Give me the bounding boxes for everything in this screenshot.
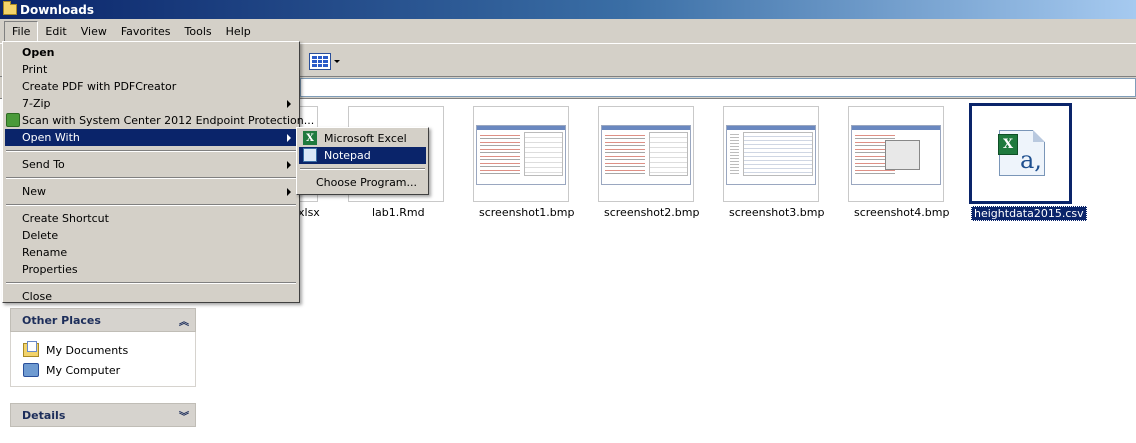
menu-item-label: Open [22, 46, 55, 59]
menu-item-open[interactable]: Open [5, 44, 297, 61]
other-places-header[interactable]: Other Places ︽ [10, 308, 196, 332]
screenshot-preview [726, 125, 816, 185]
excel-icon: X [303, 131, 317, 145]
file-thumbnail-screenshot1[interactable] [473, 106, 569, 202]
open-with-submenu: X Microsoft Excel Notepad Choose Program.… [296, 127, 429, 195]
menu-item-label: Choose Program... [316, 176, 418, 189]
other-places-panel: Other Places ︽ My Documents My Computer [10, 308, 196, 387]
menu-item-label: Open With [22, 131, 80, 144]
window-title: Downloads [20, 2, 95, 17]
menu-item-label: Create PDF with PDFCreator [22, 80, 177, 93]
menu-item-create-pdf[interactable]: Create PDF with PDFCreator [5, 78, 297, 95]
notepad-icon [303, 148, 317, 162]
menu-item-notepad[interactable]: Notepad [299, 147, 426, 164]
submenu-arrow-icon [287, 188, 291, 196]
details-panel: Details ︾ [10, 403, 196, 427]
collapse-icon[interactable]: ︽ [179, 313, 189, 328]
screenshot-preview [851, 125, 941, 185]
menu-item-label: 7-Zip [22, 97, 51, 110]
folder-icon [3, 1, 17, 15]
excel-icon: X [998, 134, 1018, 155]
menu-item-microsoft-excel[interactable]: X Microsoft Excel [299, 130, 426, 147]
menu-item-rename[interactable]: Rename [5, 244, 297, 261]
file-name-screenshot4[interactable]: screenshot4.bmp [854, 206, 950, 219]
shield-scan-icon [6, 113, 20, 127]
menu-item-scan[interactable]: Scan with System Center 2012 Endpoint Pr… [5, 112, 314, 129]
my-documents-label: My Documents [46, 343, 129, 357]
screenshot-preview [601, 125, 691, 185]
menu-tools[interactable]: Tools [178, 22, 219, 41]
file-name-xlsx[interactable]: xlsx [298, 206, 320, 219]
menu-item-label: Send To [22, 158, 65, 171]
file-name-lab1[interactable]: lab1.Rmd [372, 206, 425, 219]
menu-item-close[interactable]: Close [5, 288, 297, 305]
menu-item-new[interactable]: New [5, 183, 297, 200]
menu-item-choose-program[interactable]: Choose Program... [299, 174, 426, 191]
file-thumbnail-screenshot4[interactable] [848, 106, 944, 202]
file-name-screenshot2[interactable]: screenshot2.bmp [604, 206, 700, 219]
menu-item-open-with[interactable]: Open With [5, 129, 297, 146]
menu-item-label: Create Shortcut [22, 212, 109, 225]
dropdown-arrow-icon [334, 59, 340, 63]
file-name-screenshot3[interactable]: screenshot3.bmp [729, 206, 825, 219]
text-glyph-icon: a, [1020, 146, 1042, 174]
expand-icon[interactable]: ︾ [179, 408, 189, 423]
menu-bar: File Edit View Favorites Tools Help [0, 19, 1136, 43]
menu-view[interactable]: View [74, 22, 114, 41]
submenu-arrow-icon [287, 100, 291, 108]
menu-item-label: Print [22, 63, 48, 76]
details-title: Details [22, 408, 66, 422]
details-header[interactable]: Details ︾ [10, 403, 196, 427]
menu-item-create-shortcut[interactable]: Create Shortcut [5, 210, 297, 227]
menu-item-label: New [22, 185, 46, 198]
other-places-body: My Documents My Computer [10, 332, 196, 387]
menu-item-label: Close [22, 290, 52, 303]
menu-item-label: Properties [22, 263, 78, 276]
views-button[interactable] [306, 50, 344, 72]
file-name-heightdata2015[interactable]: heightdata2015.csv [971, 206, 1087, 221]
submenu-arrow-icon [287, 134, 291, 142]
my-computer-icon [23, 363, 39, 377]
menu-item-label: Notepad [324, 149, 371, 162]
menu-favorites[interactable]: Favorites [114, 22, 178, 41]
file-thumbnail-screenshot3[interactable] [723, 106, 819, 202]
my-computer-link[interactable]: My Computer [23, 360, 195, 380]
file-menu: Open Print Create PDF with PDFCreator 7-… [2, 41, 314, 305]
menu-separator [6, 177, 296, 179]
views-icon [309, 52, 331, 70]
title-bar: Downloads [0, 0, 1136, 19]
file-name-screenshot1[interactable]: screenshot1.bmp [479, 206, 575, 219]
my-computer-label: My Computer [46, 363, 121, 377]
menu-item-label: Scan with System Center 2012 Endpoint Pr… [22, 114, 315, 127]
submenu-arrow-icon [287, 161, 291, 169]
menu-item-label: Rename [22, 246, 68, 259]
menu-item-properties[interactable]: Properties [5, 261, 297, 278]
menu-file[interactable]: File [4, 20, 39, 42]
menu-item-send-to[interactable]: Send To [5, 156, 297, 173]
screenshot-preview [476, 125, 566, 185]
my-documents-link[interactable]: My Documents [23, 340, 195, 360]
menu-item-delete[interactable]: Delete [5, 227, 297, 244]
menu-item-label: Microsoft Excel [324, 132, 407, 145]
menu-item-7zip[interactable]: 7-Zip [5, 95, 297, 112]
menu-item-label: Delete [22, 229, 59, 242]
menu-edit[interactable]: Edit [38, 22, 73, 41]
address-field[interactable] [300, 78, 1136, 97]
menu-separator [6, 204, 296, 206]
menu-separator [300, 168, 425, 170]
other-places-title: Other Places [22, 313, 101, 327]
file-thumbnail-heightdata2015[interactable]: X a, [969, 103, 1072, 204]
menu-item-print[interactable]: Print [5, 61, 297, 78]
menu-separator [6, 282, 296, 284]
my-documents-icon [23, 341, 39, 357]
menu-separator [6, 150, 296, 152]
menu-help[interactable]: Help [219, 22, 258, 41]
file-thumbnail-screenshot2[interactable] [598, 106, 694, 202]
